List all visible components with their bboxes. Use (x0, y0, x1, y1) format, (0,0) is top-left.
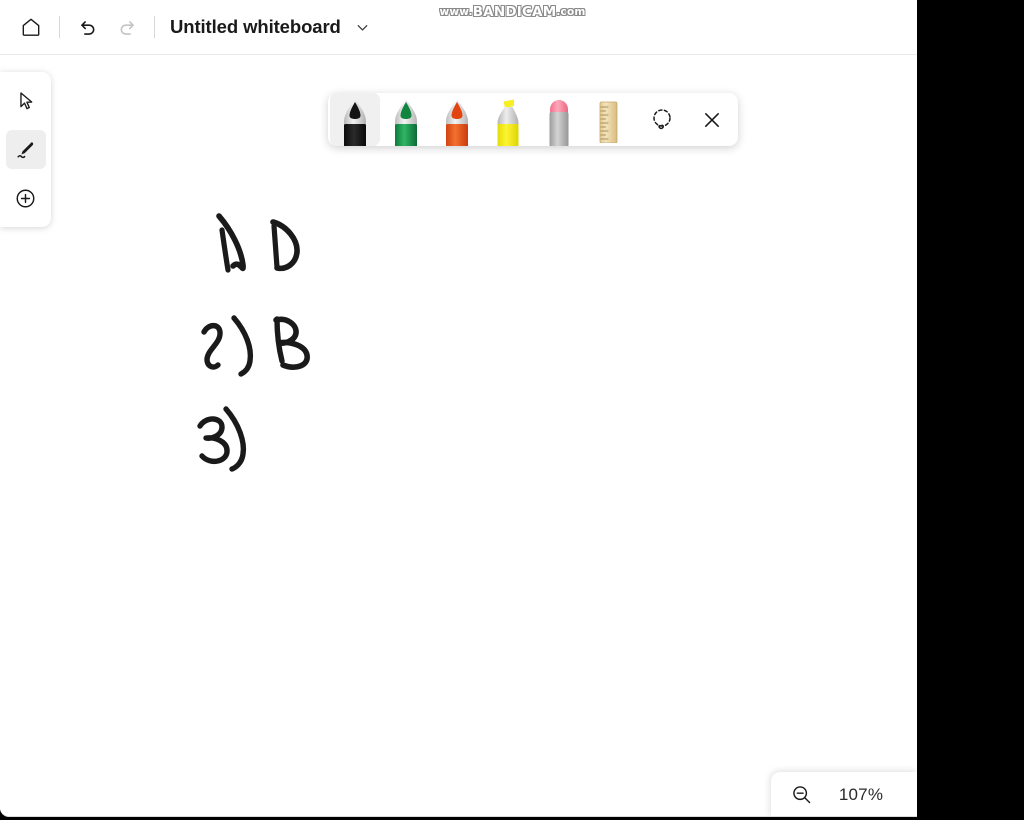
sidebar-item-create[interactable] (6, 178, 46, 218)
pen-tool-green-pen[interactable] (381, 93, 431, 146)
home-icon (22, 18, 40, 36)
bandicam-watermark: www. BANDICAM .com (430, 2, 595, 21)
undo-icon (80, 20, 94, 35)
whiteboard-canvas[interactable] (0, 56, 917, 816)
watermark-prefix: www. (439, 5, 473, 18)
close-toolbar-button[interactable] (696, 104, 728, 136)
stroke-item-1-answer (270, 219, 300, 272)
stroke-item-2-answer (273, 316, 310, 370)
lasso-select-button[interactable] (646, 104, 678, 136)
redo-button[interactable] (107, 8, 145, 46)
pen-toolbar (328, 93, 738, 146)
close-icon (705, 113, 719, 127)
page-title: Untitled whiteboard (170, 16, 341, 37)
green-pen-icon (395, 100, 417, 146)
whiteboard-window: Untitled whiteboard 107% (0, 0, 917, 817)
watermark-brand: BANDICAM (472, 3, 557, 20)
yellow-highlighter-icon (497, 99, 519, 146)
ruler-tool-button[interactable] (590, 99, 626, 143)
ink-layer (197, 213, 310, 472)
pen-tool-yellow-highlighter[interactable] (483, 93, 533, 146)
zoom-level-label[interactable]: 107% (821, 785, 917, 805)
black-pen-icon (344, 100, 366, 146)
sidebar-item-select[interactable] (6, 81, 46, 121)
tool-rail (0, 72, 51, 227)
ruler-icon (599, 101, 618, 143)
sidebar-item-ink[interactable] (5, 129, 46, 170)
home-button[interactable] (12, 8, 50, 46)
pen-icon (16, 141, 33, 158)
titlebar-divider-2 (154, 16, 155, 38)
stroke-item-2-number (201, 315, 254, 377)
pen-tool-black-pen[interactable] (330, 93, 380, 146)
title-menu-button[interactable] (352, 16, 374, 38)
plus-circle-icon (16, 189, 35, 208)
titlebar-divider-1 (59, 16, 60, 38)
stroke-item-1-number (216, 213, 246, 273)
redo-icon (120, 20, 134, 35)
cursor-arrow-icon (19, 92, 32, 110)
eraser-icon (549, 100, 569, 146)
zoom-control: 107% (771, 772, 917, 816)
chevron-down-icon (357, 24, 368, 31)
zoom-out-button[interactable] (781, 775, 821, 815)
undo-button[interactable] (69, 8, 107, 46)
pen-tool-eraser[interactable] (534, 93, 584, 146)
watermark-suffix: .com (556, 5, 586, 18)
red-pen-icon (446, 100, 468, 146)
zoom-out-icon (792, 786, 810, 804)
stroke-item-3-number (197, 406, 247, 472)
pen-tool-red-pen[interactable] (432, 93, 482, 146)
lasso-icon (653, 109, 671, 130)
